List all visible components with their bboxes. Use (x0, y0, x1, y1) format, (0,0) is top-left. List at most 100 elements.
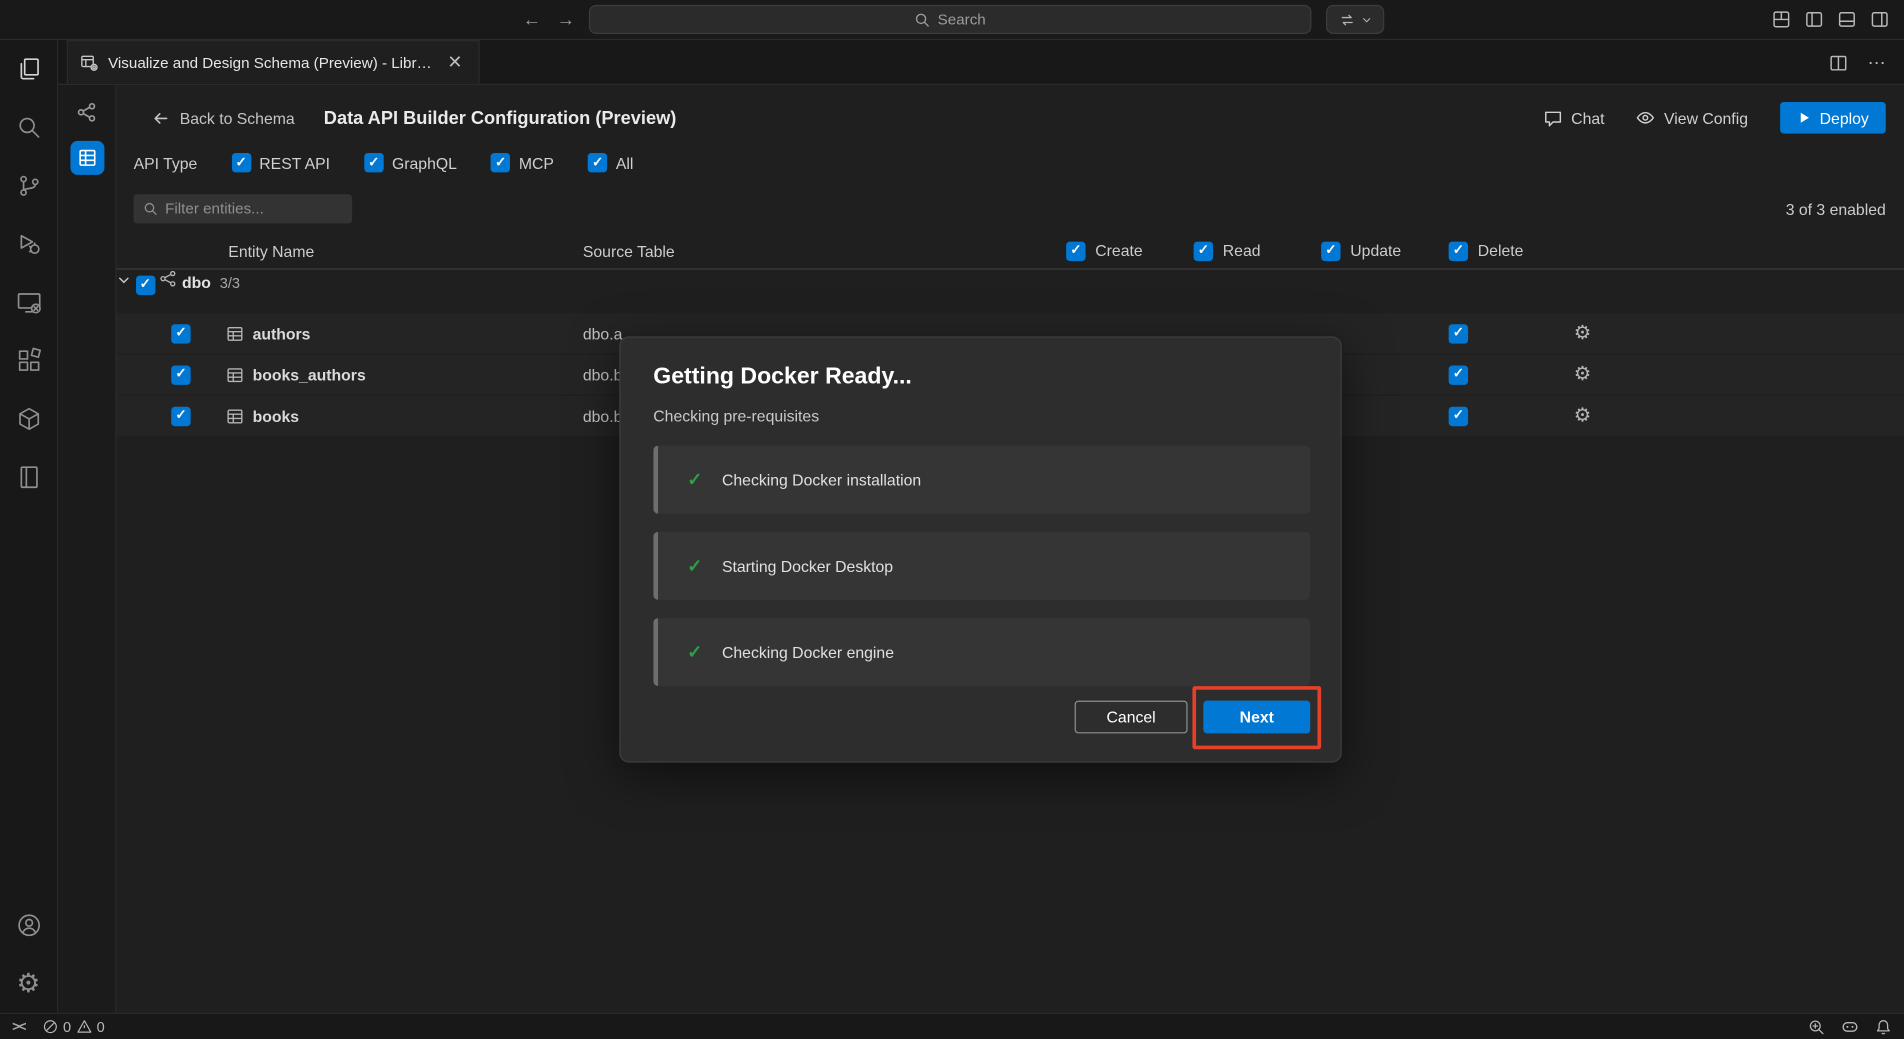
column-delete: Delete (1449, 241, 1524, 260)
containers-icon[interactable] (0, 390, 58, 448)
delete-checkbox[interactable] (1449, 406, 1468, 425)
arrow-left-icon (152, 109, 170, 127)
tab-visualize-schema[interactable]: Visualize and Design Schema (Preview) - … (67, 40, 480, 84)
step-docker-engine: ✓ Checking Docker engine (653, 618, 1310, 686)
group-checkbox[interactable] (136, 275, 155, 294)
all-label: All (616, 154, 634, 172)
docker-ready-dialog: Getting Docker Ready... Checking pre-req… (619, 336, 1341, 762)
delete-all-checkbox[interactable] (1449, 241, 1468, 260)
toggle-primary-sidebar-icon[interactable] (1804, 10, 1823, 29)
row-checkbox[interactable] (171, 406, 190, 425)
step-label: Checking Docker engine (722, 643, 894, 661)
history-forward-button[interactable]: → (554, 7, 578, 31)
rest-api-checkbox-option[interactable]: REST API (231, 153, 330, 172)
next-button[interactable]: Next (1203, 701, 1310, 734)
account-icon[interactable] (0, 896, 58, 954)
history-back-button[interactable]: ← (520, 7, 544, 31)
check-icon: ✓ (687, 555, 702, 577)
filter-entities-box[interactable] (134, 194, 353, 223)
group-count: 3/3 (220, 274, 240, 291)
toggle-panel-icon[interactable] (1837, 10, 1856, 29)
schema-group-row[interactable]: dbo 3/3 (117, 270, 1904, 314)
row-checkbox[interactable] (171, 324, 190, 343)
schema-diagram-icon[interactable] (70, 95, 104, 129)
row-settings-gear-icon[interactable]: ⚙ (1574, 365, 1591, 384)
copilot-icon[interactable] (1841, 1018, 1859, 1036)
filter-entities-input[interactable] (165, 200, 342, 217)
problems-indicator[interactable]: 0 0 (42, 1018, 104, 1035)
source-table: dbo.a (583, 324, 623, 342)
api-type-row: API Type REST API GraphQL MCP (117, 141, 1904, 185)
enabled-summary: 3 of 3 enabled (1786, 200, 1886, 218)
remote-indicator-icon[interactable]: >< (12, 1019, 25, 1034)
row-settings-gear-icon[interactable]: ⚙ (1574, 406, 1591, 425)
warnings-icon (76, 1019, 92, 1035)
more-actions-icon[interactable]: ⋯ (1868, 52, 1887, 74)
filter-row: 3 of 3 enabled (117, 185, 1904, 234)
explorer-icon[interactable] (0, 40, 58, 98)
tab-close-icon[interactable]: ✕ (444, 52, 467, 73)
chat-button[interactable]: Chat (1543, 108, 1604, 127)
errors-count: 0 (63, 1018, 71, 1035)
step-label: Checking Docker installation (722, 471, 921, 489)
zoom-icon[interactable] (1808, 1018, 1825, 1035)
back-label: Back to Schema (180, 109, 295, 127)
tab-title: Visualize and Design Schema (Preview) - … (108, 54, 434, 71)
rest-api-checkbox[interactable] (231, 153, 250, 172)
row-settings-gear-icon[interactable]: ⚙ (1574, 324, 1591, 343)
activity-bar: ⚙ (0, 40, 58, 1013)
search-icon (143, 202, 158, 217)
toggle-secondary-sidebar-icon[interactable] (1870, 10, 1889, 29)
database-projects-icon[interactable] (0, 448, 58, 506)
chevron-down-icon[interactable] (117, 273, 136, 291)
source-control-icon[interactable] (0, 157, 58, 215)
settings-gear-icon[interactable]: ⚙ (0, 954, 58, 1012)
source-table: dbo.b (583, 365, 623, 383)
remote-explorer-icon[interactable] (0, 273, 58, 331)
mcp-checkbox-option[interactable]: MCP (491, 153, 554, 172)
deploy-button[interactable]: Deploy (1780, 102, 1886, 134)
split-editor-icon[interactable] (1829, 53, 1848, 72)
chat-icon (1543, 108, 1562, 127)
page-header: Back to Schema Data API Builder Configur… (117, 85, 1904, 141)
delete-checkbox[interactable] (1449, 324, 1468, 343)
group-name: dbo (182, 273, 211, 291)
entity-name: authors (253, 324, 311, 342)
read-all-checkbox[interactable] (1194, 241, 1213, 260)
cancel-button[interactable]: Cancel (1075, 701, 1188, 734)
update-all-checkbox[interactable] (1321, 241, 1340, 260)
status-bar: >< 0 0 (0, 1013, 1904, 1039)
table-icon (226, 407, 244, 425)
all-checkbox-option[interactable]: All (588, 153, 633, 172)
play-icon (1797, 110, 1812, 125)
column-read: Read (1194, 241, 1261, 260)
eye-icon (1636, 108, 1655, 127)
mcp-checkbox[interactable] (491, 153, 510, 172)
graphql-checkbox-option[interactable]: GraphQL (364, 153, 457, 172)
bell-icon[interactable] (1875, 1018, 1892, 1035)
title-bar: ← → Search (0, 0, 1904, 40)
search-label: Search (938, 11, 986, 28)
run-debug-icon[interactable] (0, 215, 58, 273)
customize-layout-icon[interactable] (1772, 10, 1791, 29)
view-config-button[interactable]: View Config (1636, 108, 1748, 127)
dab-config-icon[interactable] (70, 141, 104, 175)
warnings-count: 0 (97, 1018, 105, 1035)
graphql-label: GraphQL (392, 154, 457, 172)
search-sidebar-icon[interactable] (0, 98, 58, 156)
create-all-checkbox[interactable] (1066, 241, 1085, 260)
row-checkbox[interactable] (171, 365, 190, 384)
back-to-schema-link[interactable]: Back to Schema (152, 109, 295, 127)
source-table: dbo.b (583, 407, 623, 425)
chat-label: Chat (1571, 109, 1604, 127)
designer-rail (58, 85, 116, 1013)
command-search-box[interactable]: Search (589, 5, 1311, 34)
mcp-label: MCP (519, 154, 554, 172)
session-dropdown[interactable] (1326, 5, 1384, 34)
step-docker-installation: ✓ Checking Docker installation (653, 446, 1310, 514)
graphql-checkbox[interactable] (364, 153, 383, 172)
extensions-icon[interactable] (0, 331, 58, 389)
tab-bar: Visualize and Design Schema (Preview) - … (58, 40, 1904, 85)
all-checkbox[interactable] (588, 153, 607, 172)
delete-checkbox[interactable] (1449, 365, 1468, 384)
